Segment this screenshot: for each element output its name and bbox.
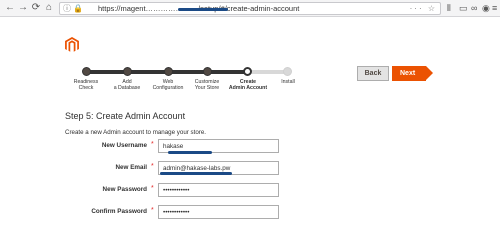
email-label: New Email [115,164,148,171]
confirm-password-label: Confirm Password [91,208,147,215]
step-4-dot [203,67,212,76]
step-1-dot [82,67,91,76]
step-2-dot [123,67,132,76]
redaction-underline [160,172,232,175]
required-marker: * [151,163,154,170]
confirm-password-field[interactable] [158,205,279,219]
step-label-line: Install [281,79,295,85]
menu-icon[interactable]: ≡ [492,2,497,14]
magento-logo-icon [65,37,79,52]
page-actions-icon[interactable]: ··· ☆ [410,3,437,14]
back-button[interactable]: Back [357,66,389,81]
redaction-mark [178,8,228,11]
redaction-underline [168,151,212,154]
step-5-dot [243,67,252,76]
password-field[interactable] [158,183,279,197]
step-label-install: Install [258,79,318,85]
step-label-line: Readiness Check [73,79,99,91]
step-label-line: Customize Your Store [194,79,220,91]
info-icon[interactable]: ⓘ [63,3,71,14]
home-icon[interactable]: ⌂ [43,2,55,14]
required-marker: * [151,207,154,214]
address-bar[interactable]: ⓘ 🔒 https://magent…………………/setup/#/create… [59,2,441,15]
next-button[interactable]: Next [392,66,433,81]
back-arrow-icon[interactable]: ← [4,2,16,14]
required-marker: * [151,141,154,148]
step-label-line: Add a Database [113,79,141,91]
shield-icon[interactable]: ◉ [482,2,490,14]
step-6-dot [283,67,292,76]
library-icon[interactable]: ⫴ [447,2,451,14]
page-title: Step 5: Create Admin Account [65,111,186,121]
progress-track-remaining [246,70,288,74]
browser-toolbar: ← → ⟳ ⌂ ⓘ 🔒 https://magent…………………/setup/… [0,0,500,17]
intro-text: Create a new Admin account to manage you… [65,129,207,136]
lock-icon[interactable]: 🔒 [73,3,83,14]
username-label: New Username [101,142,147,149]
forward-arrow-icon[interactable]: → [17,2,29,14]
password-label: New Password [102,186,147,193]
extension-icon[interactable]: ∞ [471,2,477,14]
reload-icon[interactable]: ⟳ [30,2,42,14]
required-marker: * [151,185,154,192]
reader-icon[interactable]: ▭ [459,2,468,14]
step-3-dot [164,67,173,76]
